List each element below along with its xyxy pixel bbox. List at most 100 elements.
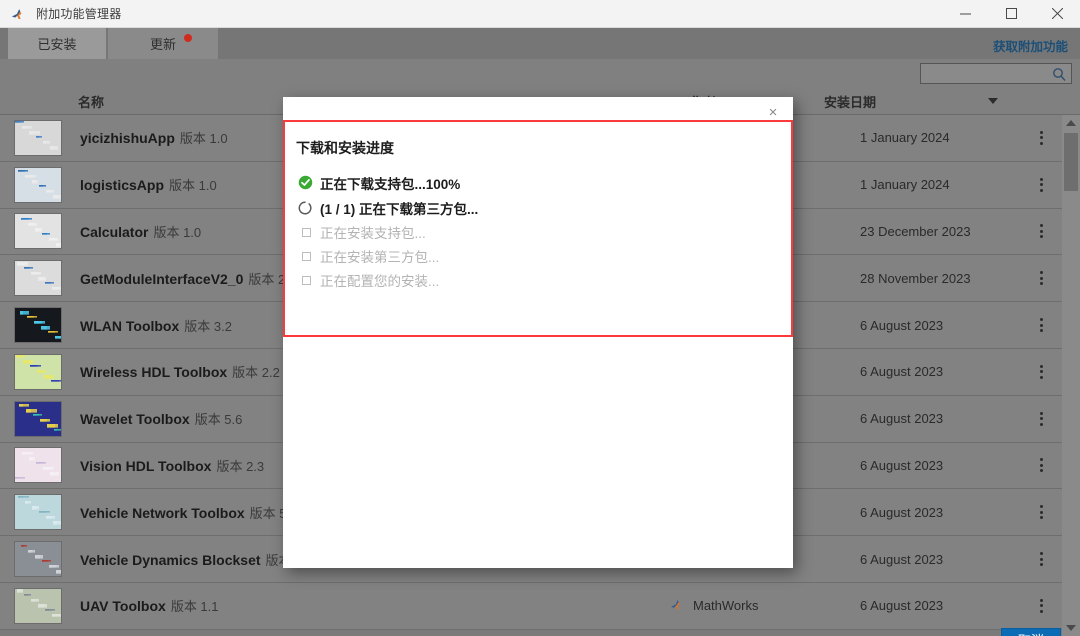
- progress-step: (1 / 1) 正在下载第三方包...: [298, 195, 478, 220]
- addon-name-text: Calculator: [80, 223, 149, 240]
- addon-install-date: 23 December 2023: [860, 223, 971, 239]
- progress-step: 正在下载支持包...100%: [298, 170, 478, 195]
- addon-manager-window: 附加功能管理器 已安装 更新 获取附加功能 名称 安装日期 yicizhishu…: [0, 0, 1080, 636]
- check-circle-icon: [298, 175, 320, 190]
- row-options-icon[interactable]: [1040, 552, 1043, 567]
- progress-step-label: 正在安装支持包...: [320, 226, 426, 241]
- addon-thumbnail: [14, 587, 62, 624]
- addon-version: 版本 1.1: [170, 599, 219, 615]
- table-row[interactable]: UAV Toolbox 版本 1.1 MathWorks 6 August 2023: [0, 582, 1062, 630]
- addon-version: 版本 2.3: [216, 458, 265, 474]
- addon-version: 版本 5: [249, 505, 287, 521]
- addon-thumbnail: [14, 260, 62, 297]
- addon-thumbnail: [14, 494, 62, 531]
- progress-panel: 下载和安装进度 正在下载支持包...100% (1 / 1) 正在下载第三方包..…: [283, 120, 793, 337]
- addon-install-date: 1 January 2024: [860, 130, 950, 146]
- matlab-logo-icon: [11, 6, 27, 22]
- addon-name: yicizhishuApp 版本 1.0: [80, 128, 228, 147]
- addon-thumbnail: [14, 166, 62, 203]
- close-icon[interactable]: [1034, 0, 1080, 28]
- addon-install-date: 6 August 2023: [860, 504, 944, 520]
- addon-version: 版本 1.0: [153, 224, 202, 240]
- progress-step-label: 正在下载支持包...100%: [320, 176, 461, 192]
- addon-install-date: 6 August 2023: [860, 364, 944, 380]
- row-options-icon[interactable]: [1040, 318, 1043, 333]
- get-addons-link[interactable]: 获取附加功能: [993, 36, 1068, 55]
- spinner-icon: [298, 200, 320, 215]
- minimize-icon[interactable]: [942, 0, 988, 28]
- addon-name: UAV Toolbox 版本 1.1: [80, 596, 219, 615]
- cancel-button[interactable]: 取消: [1001, 628, 1061, 636]
- addon-thumbnail: [14, 447, 62, 484]
- addon-author: MathWorks: [670, 597, 759, 615]
- checkbox-empty-icon: [298, 227, 320, 237]
- row-options-icon[interactable]: [1040, 364, 1043, 379]
- addon-version: 版本 2: [248, 271, 286, 287]
- addon-version: 版本 3.2: [184, 318, 232, 334]
- progress-step: 正在安装支持包...: [298, 220, 478, 244]
- maximize-icon[interactable]: [988, 0, 1034, 28]
- checkbox-empty-icon: [298, 251, 320, 261]
- row-options-icon[interactable]: [1040, 411, 1043, 426]
- addon-install-date: 6 August 2023: [860, 598, 944, 614]
- list-scrollbar[interactable]: [1062, 115, 1080, 636]
- search-row: [0, 59, 1080, 87]
- addon-install-date: 6 August 2023: [860, 457, 944, 473]
- window-title: 附加功能管理器: [36, 7, 122, 21]
- row-options-icon[interactable]: [1040, 505, 1043, 520]
- scroll-up-icon[interactable]: [1062, 115, 1080, 131]
- addon-name-text: GetModuleInterfaceV2_0: [80, 270, 244, 287]
- updates-badge-icon: [184, 34, 192, 42]
- addon-version: 版本 1.0: [169, 178, 217, 194]
- addon-thumbnail: [14, 119, 62, 156]
- addon-name: Vehicle Dynamics Blockset 版本: [80, 550, 292, 569]
- addon-thumbnail: [14, 400, 62, 437]
- scrollbar-thumb[interactable]: [1064, 133, 1078, 191]
- dialog-title: 下载和安装进度: [296, 140, 394, 156]
- addon-install-date: 6 August 2023: [860, 551, 944, 567]
- addon-name: Vision HDL Toolbox 版本 2.3: [80, 456, 264, 475]
- column-header-name[interactable]: 名称: [78, 87, 104, 115]
- addon-name: Wavelet Toolbox 版本 5.6: [80, 409, 242, 428]
- addon-author-text: MathWorks: [693, 598, 759, 614]
- addon-thumbnail: [14, 213, 62, 250]
- tab-installed[interactable]: 已安装: [8, 28, 106, 59]
- addon-name-text: Wavelet Toolbox: [80, 411, 190, 428]
- row-options-icon[interactable]: [1040, 271, 1043, 286]
- row-options-icon[interactable]: [1040, 224, 1043, 239]
- row-options-icon[interactable]: [1040, 130, 1043, 145]
- row-options-icon[interactable]: [1040, 458, 1043, 473]
- addon-install-date: 28 November 2023: [860, 270, 971, 286]
- tab-updates[interactable]: 更新: [108, 28, 218, 59]
- addon-name-text: Vehicle Network Toolbox: [80, 504, 245, 521]
- search-input[interactable]: [920, 63, 1072, 84]
- column-header-date[interactable]: 安装日期: [824, 87, 876, 115]
- progress-dialog: × 下载和安装进度 正在下载支持包...100% (1 / 1) 正在下载第三方包…: [283, 97, 1061, 636]
- chevron-down-icon: [988, 98, 998, 104]
- addon-name: logisticsApp 版本 1.0: [80, 175, 217, 194]
- addon-thumbnail: [14, 353, 62, 390]
- tab-strip: 已安装 更新 获取附加功能: [0, 28, 1080, 59]
- addon-version: 版本 2.2: [232, 365, 280, 381]
- addon-name: WLAN Toolbox 版本 3.2: [80, 316, 232, 335]
- addon-name: Wireless HDL Toolbox 版本 2.2: [80, 362, 280, 381]
- progress-step-label: (1 / 1) 正在下载第三方包...: [320, 201, 479, 217]
- row-options-icon[interactable]: [1040, 598, 1043, 613]
- addon-version: 版本 1.0: [179, 131, 228, 147]
- tab-installed-label: 已安装: [37, 37, 77, 52]
- addon-name: Vehicle Network Toolbox 版本 5: [80, 503, 287, 522]
- matlab-logo-icon: [670, 597, 685, 615]
- progress-step: 正在安装第三方包...: [298, 244, 478, 268]
- addon-name-text: logisticsApp: [80, 177, 165, 194]
- tab-updates-label: 更新: [149, 37, 176, 52]
- scroll-down-icon[interactable]: [1062, 620, 1080, 636]
- checkbox-empty-icon: [298, 275, 320, 285]
- addon-name-text: Wireless HDL Toolbox: [80, 364, 228, 381]
- search-icon: [1052, 67, 1066, 86]
- row-options-icon[interactable]: [1040, 177, 1043, 192]
- addon-name-text: UAV Toolbox: [80, 598, 166, 615]
- addon-install-date: 6 August 2023: [860, 411, 944, 427]
- progress-step-list: 正在下载支持包...100% (1 / 1) 正在下载第三方包... 正在安装支持包…: [298, 170, 478, 292]
- addon-name-text: Vehicle Dynamics Blockset: [80, 551, 261, 568]
- addon-name: GetModuleInterfaceV2_0 版本 2: [80, 269, 285, 288]
